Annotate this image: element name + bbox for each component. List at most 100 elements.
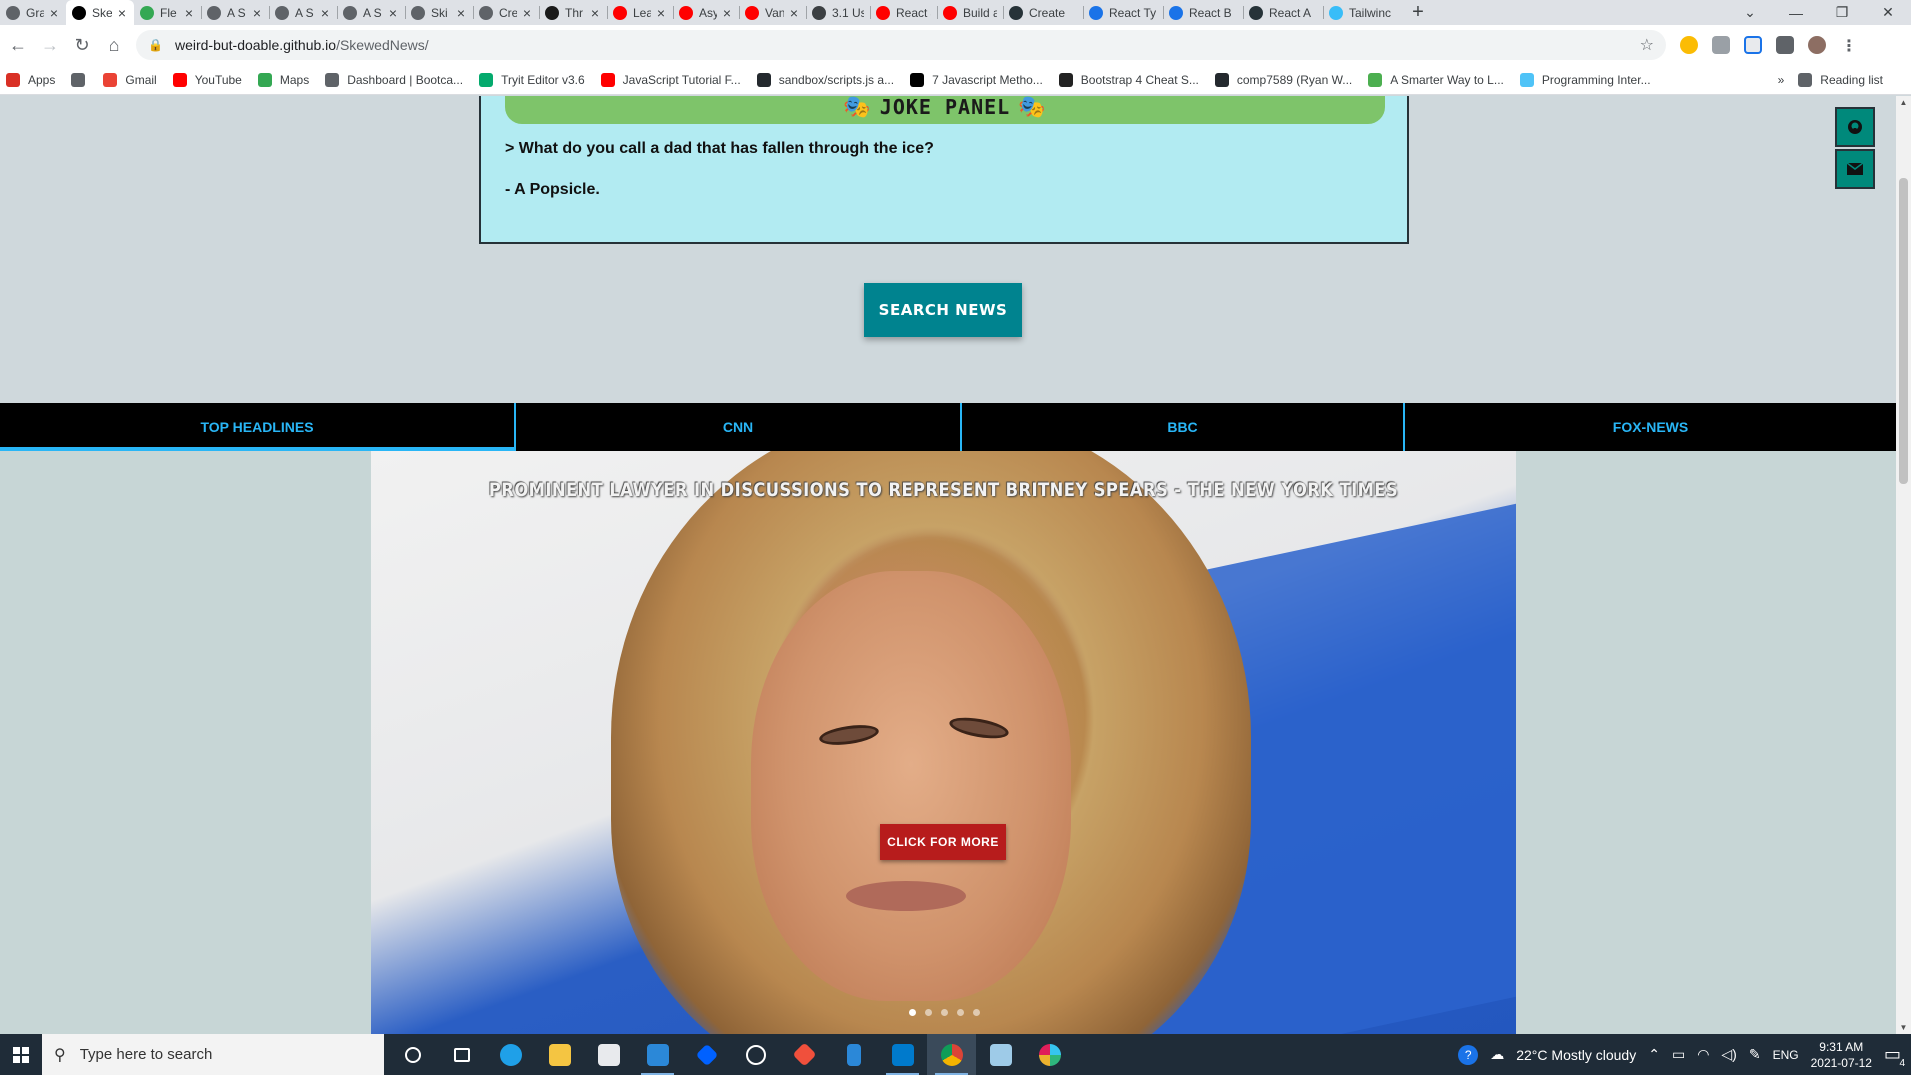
close-tab-icon[interactable]: × bbox=[48, 5, 60, 21]
close-tab-icon[interactable]: × bbox=[521, 5, 533, 21]
taskbar-git[interactable] bbox=[780, 1034, 829, 1075]
search-news-button[interactable]: SEARCH NEWS bbox=[864, 283, 1022, 337]
browser-tab[interactable]: React Ty bbox=[1083, 0, 1163, 25]
avatar[interactable] bbox=[1808, 36, 1826, 54]
home-button[interactable]: ⌂ bbox=[100, 31, 128, 59]
forward-button[interactable]: → bbox=[36, 31, 64, 59]
email-link[interactable] bbox=[1835, 149, 1875, 189]
bookmark-item[interactable]: Tryit Editor v3.6 bbox=[479, 72, 585, 87]
browser-tab[interactable]: Cre × bbox=[473, 0, 539, 25]
source-tab-cnn[interactable]: CNN bbox=[516, 403, 962, 451]
browser-tab[interactable]: Ske × bbox=[66, 0, 134, 25]
browser-tab[interactable]: Tailwinc bbox=[1323, 0, 1403, 25]
source-tab-top-headlines[interactable]: TOP HEADLINES bbox=[0, 403, 516, 451]
bookmark-item[interactable]: Dashboard | Bootca... bbox=[325, 72, 463, 87]
news-carousel[interactable]: PROMINENT LAWYER IN DISCUSSIONS TO REPRE… bbox=[371, 451, 1516, 1034]
reading-list-button[interactable]: Reading list bbox=[1798, 72, 1883, 87]
taskbar-notes[interactable] bbox=[829, 1034, 878, 1075]
carousel-dot[interactable] bbox=[925, 1009, 932, 1016]
carousel-dot[interactable] bbox=[941, 1009, 948, 1016]
close-window-button[interactable]: ✕ bbox=[1865, 4, 1911, 21]
bookmark-item[interactable]: 7 Javascript Metho... bbox=[910, 72, 1043, 87]
close-tab-icon[interactable]: × bbox=[116, 5, 128, 21]
bookmark-item[interactable]: Gmail bbox=[103, 72, 157, 87]
bookmark-item[interactable]: JavaScript Tutorial F... bbox=[600, 72, 741, 87]
browser-tab[interactable]: React B bbox=[1163, 0, 1243, 25]
extension-icon[interactable] bbox=[1712, 36, 1730, 54]
clock[interactable]: 9:31 AM 2021-07-12 bbox=[1811, 1039, 1872, 1071]
help-icon[interactable]: ? bbox=[1458, 1044, 1479, 1065]
browser-tab[interactable]: Asy × bbox=[673, 0, 739, 25]
source-tab-bbc[interactable]: BBC bbox=[962, 403, 1405, 451]
bookmark-item[interactable]: YouTube bbox=[172, 72, 242, 87]
browser-tab[interactable]: Thr × bbox=[539, 0, 607, 25]
browser-tab[interactable]: Fle × bbox=[134, 0, 201, 25]
bookmark-item[interactable] bbox=[71, 72, 93, 87]
browser-tab[interactable]: React A bbox=[1243, 0, 1323, 25]
click-for-more-button[interactable]: CLICK FOR MORE bbox=[880, 824, 1006, 860]
reload-button[interactable]: ↻ bbox=[68, 31, 96, 59]
more-bookmarks-icon[interactable]: » bbox=[1778, 73, 1785, 87]
weather-text[interactable]: 22°C Mostly cloudy bbox=[1516, 1047, 1636, 1063]
taskbar-dropbox[interactable] bbox=[682, 1034, 731, 1075]
browser-tab[interactable]: 3.1 Usin bbox=[806, 0, 870, 25]
close-tab-icon[interactable]: × bbox=[319, 5, 331, 21]
close-tab-icon[interactable]: × bbox=[788, 5, 800, 21]
close-tab-icon[interactable]: × bbox=[655, 5, 667, 21]
bookmark-item[interactable]: A Smarter Way to L... bbox=[1368, 72, 1504, 87]
close-tab-icon[interactable]: × bbox=[721, 5, 733, 21]
taskbar-chrome[interactable] bbox=[927, 1034, 976, 1075]
taskbar-store[interactable] bbox=[584, 1034, 633, 1075]
pen-icon[interactable]: ✎ bbox=[1749, 1046, 1761, 1063]
carousel-dot[interactable] bbox=[973, 1009, 980, 1016]
page-scrollbar[interactable]: ▲ ▼ bbox=[1896, 96, 1911, 1034]
bookmark-item[interactable]: comp7589 (Ryan W... bbox=[1214, 72, 1352, 87]
browser-tab[interactable]: Build a bbox=[937, 0, 1003, 25]
close-tab-icon[interactable]: × bbox=[455, 5, 467, 21]
close-tab-icon[interactable]: × bbox=[589, 5, 601, 21]
browser-tab[interactable]: Ski × bbox=[405, 0, 473, 25]
carousel-dot[interactable] bbox=[957, 1009, 964, 1016]
browser-tab[interactable]: Create bbox=[1003, 0, 1083, 25]
close-tab-icon[interactable]: × bbox=[183, 5, 195, 21]
taskbar-vscode[interactable] bbox=[878, 1034, 927, 1075]
carousel-dot[interactable] bbox=[909, 1009, 916, 1016]
taskbar-slack[interactable] bbox=[1025, 1034, 1074, 1075]
github-link[interactable] bbox=[1835, 107, 1875, 147]
minimize-button[interactable]: — bbox=[1773, 5, 1819, 21]
taskbar-explorer[interactable] bbox=[535, 1034, 584, 1075]
taskbar-edge[interactable] bbox=[486, 1034, 535, 1075]
restore-button[interactable]: ❐ bbox=[1819, 4, 1865, 21]
tab-search-icon[interactable]: ⌄ bbox=[1727, 4, 1773, 21]
extension-icon[interactable] bbox=[1680, 36, 1698, 54]
close-tab-icon[interactable]: × bbox=[251, 5, 263, 21]
bookmark-item[interactable]: sandbox/scripts.js a... bbox=[756, 72, 894, 87]
browser-tab[interactable]: Van × bbox=[739, 0, 806, 25]
task-view-button[interactable] bbox=[437, 1034, 486, 1075]
volume-icon[interactable]: ◁) bbox=[1721, 1046, 1736, 1063]
start-button[interactable] bbox=[0, 1034, 42, 1075]
puzzle-icon[interactable] bbox=[1776, 36, 1794, 54]
browser-tab[interactable]: React JS bbox=[870, 0, 937, 25]
bookmark-item[interactable]: Programming Inter... bbox=[1519, 72, 1651, 87]
scrollbar-thumb[interactable] bbox=[1899, 178, 1908, 484]
close-tab-icon[interactable]: × bbox=[387, 5, 399, 21]
browser-tab[interactable]: A S × bbox=[269, 0, 337, 25]
address-bar[interactable]: 🔒 weird-but-doable.github.io /SkewedNews… bbox=[136, 30, 1666, 60]
browser-tab[interactable]: A S × bbox=[337, 0, 405, 25]
extension-icon[interactable] bbox=[1744, 36, 1762, 54]
browser-tab[interactable]: Gra × bbox=[0, 0, 66, 25]
notifications-button[interactable]: ▭ 4 bbox=[1884, 1044, 1905, 1069]
scroll-down-arrow[interactable]: ▼ bbox=[1896, 1023, 1911, 1032]
bookmark-item[interactable]: Bootstrap 4 Cheat S... bbox=[1058, 72, 1199, 87]
bookmark-item[interactable]: Apps bbox=[6, 72, 55, 87]
back-button[interactable]: ← bbox=[4, 31, 32, 59]
cortana-button[interactable] bbox=[388, 1034, 437, 1075]
language-indicator[interactable]: ENG bbox=[1773, 1048, 1799, 1062]
taskbar-search[interactable]: ⚲ Type here to search bbox=[42, 1034, 384, 1075]
source-tab-fox-news[interactable]: FOX-NEWS bbox=[1405, 403, 1896, 451]
taskbar-mail[interactable] bbox=[633, 1034, 682, 1075]
bookmark-star-icon[interactable]: ☆ bbox=[1640, 35, 1654, 55]
show-hidden-icons[interactable]: ⌃ bbox=[1648, 1046, 1660, 1063]
battery-icon[interactable]: ▭ bbox=[1672, 1046, 1685, 1063]
